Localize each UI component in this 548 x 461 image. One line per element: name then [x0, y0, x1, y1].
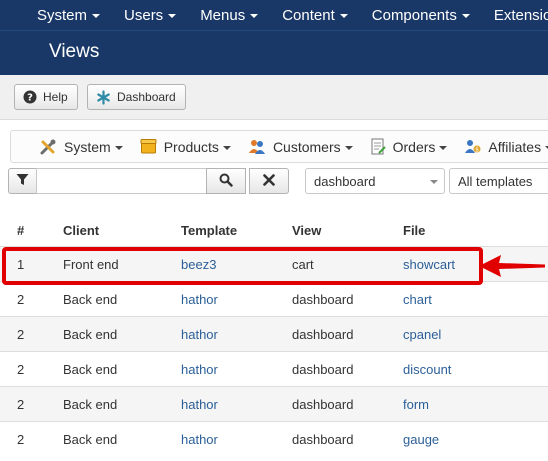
- admin-menu-bar: System Users Menus Content Components Ex…: [0, 0, 548, 30]
- row-number: 2: [17, 431, 25, 447]
- menu-users-label: Users: [124, 6, 164, 24]
- dashboard-button[interactable]: Dashboard: [87, 84, 186, 110]
- menu-menus[interactable]: Menus: [186, 7, 268, 24]
- asterisk-icon: [96, 89, 111, 105]
- search-icon: [219, 173, 233, 190]
- column-header-file[interactable]: File: [403, 214, 425, 246]
- chevron-down-icon: [339, 14, 348, 18]
- submenu-orders-label: Orders: [392, 138, 436, 155]
- chevron-down-icon: [250, 14, 259, 18]
- view-filter-value: dashboard: [314, 173, 376, 189]
- chevron-down-icon: [439, 145, 448, 150]
- menu-components-label: Components: [371, 6, 457, 24]
- svg-text:$: $: [476, 147, 480, 154]
- menu-extensions-label: Extensio: [493, 6, 548, 24]
- row-client: Back end: [63, 361, 118, 377]
- filter-toggle-button[interactable]: [8, 168, 37, 194]
- menu-extensions[interactable]: Extensio: [480, 7, 548, 24]
- box-icon: [140, 138, 157, 155]
- page-title: Views: [49, 41, 100, 62]
- filter-icon: [16, 173, 29, 189]
- chevron-down-icon: [461, 14, 470, 18]
- row-view: dashboard: [292, 291, 354, 307]
- row-client: Back end: [63, 326, 118, 342]
- table-row: 2 Back end hathor dashboard chart: [0, 281, 548, 316]
- clear-button[interactable]: [249, 168, 289, 194]
- menu-content-label: Content: [282, 6, 335, 24]
- row-template-link[interactable]: hathor: [181, 422, 218, 456]
- svg-text:?: ?: [27, 93, 33, 104]
- question-circle-icon: ?: [23, 90, 37, 104]
- affiliate-icon: $: [464, 138, 481, 155]
- row-number: 2: [17, 396, 25, 412]
- table-row: 2 Back end hathor dashboard form: [0, 386, 548, 421]
- row-client: Back end: [63, 291, 118, 307]
- submenu-products-label: Products: [163, 138, 219, 155]
- row-view: dashboard: [292, 431, 354, 447]
- chevron-down-icon: [168, 14, 177, 18]
- submenu-system-label: System: [64, 138, 111, 155]
- submenu-customers-label: Customers: [272, 138, 341, 155]
- row-template-link[interactable]: hathor: [181, 282, 218, 316]
- highlight-box: [2, 247, 483, 285]
- chevron-down-icon: [344, 145, 353, 150]
- column-header-number[interactable]: #: [17, 214, 24, 246]
- submenu-system[interactable]: System: [11, 138, 128, 156]
- row-file-link[interactable]: cpanel: [403, 317, 441, 351]
- menu-system[interactable]: System: [23, 7, 110, 24]
- column-header-client[interactable]: Client: [63, 214, 99, 246]
- row-file-link[interactable]: gauge: [403, 422, 439, 456]
- chevron-down-icon: [222, 145, 231, 150]
- submenu-products[interactable]: Products: [128, 138, 236, 155]
- chevron-down-icon: [92, 14, 101, 18]
- table-row: 2 Back end hathor dashboard cpanel: [0, 316, 548, 351]
- table-row: 2 Back end hathor dashboard gauge: [0, 421, 548, 456]
- close-icon: [263, 173, 275, 189]
- wrench-screwdriver-icon: [39, 138, 57, 156]
- row-client: Back end: [63, 396, 118, 412]
- search-button[interactable]: [206, 168, 246, 194]
- table-row: 2 Back end hathor dashboard discount: [0, 351, 548, 386]
- column-header-template[interactable]: Template: [181, 214, 237, 246]
- submenu-affiliates[interactable]: $ Affiliates: [452, 138, 548, 155]
- row-template-link[interactable]: hathor: [181, 387, 218, 421]
- menu-system-label: System: [37, 6, 88, 24]
- row-file-link[interactable]: form: [403, 387, 429, 421]
- template-filter-select[interactable]: All templates: [449, 168, 548, 194]
- template-filter-value: All templates: [458, 173, 533, 189]
- submenu-affiliates-label: Affiliates: [488, 138, 542, 155]
- component-submenu: System Products Customers Orders $ Affil…: [10, 130, 548, 163]
- document-icon: [370, 138, 386, 155]
- table-header-row: # Client Template View File: [0, 214, 548, 246]
- highlight-arrow-icon: [479, 255, 545, 277]
- menu-content[interactable]: Content: [268, 7, 358, 24]
- users-icon: [248, 138, 266, 155]
- dashboard-button-label: Dashboard: [117, 90, 176, 104]
- help-button-label: Help: [43, 90, 68, 104]
- chevron-down-icon: [114, 145, 123, 150]
- row-number: 2: [17, 326, 25, 342]
- menu-menus-label: Menus: [200, 6, 246, 24]
- row-template-link[interactable]: hathor: [181, 352, 218, 386]
- chevron-down-icon: [430, 180, 438, 184]
- row-view: dashboard: [292, 361, 354, 377]
- menu-components[interactable]: Components: [358, 7, 480, 24]
- row-number: 2: [17, 361, 25, 377]
- submenu-customers[interactable]: Customers: [236, 138, 358, 155]
- title-bar: Views: [0, 30, 548, 75]
- column-header-view[interactable]: View: [292, 214, 321, 246]
- help-button[interactable]: ? Help: [14, 84, 78, 110]
- row-number: 2: [17, 291, 25, 307]
- row-view: dashboard: [292, 326, 354, 342]
- view-filter-select[interactable]: dashboard: [305, 168, 445, 194]
- menu-users[interactable]: Users: [110, 7, 186, 24]
- row-file-link[interactable]: chart: [403, 282, 432, 316]
- search-input[interactable]: [36, 168, 207, 194]
- submenu-orders[interactable]: Orders: [358, 138, 453, 155]
- row-template-link[interactable]: hathor: [181, 317, 218, 351]
- row-file-link[interactable]: discount: [403, 352, 451, 386]
- row-view: dashboard: [292, 396, 354, 412]
- row-client: Back end: [63, 431, 118, 447]
- toolbar: ? Help Dashboard: [0, 75, 548, 120]
